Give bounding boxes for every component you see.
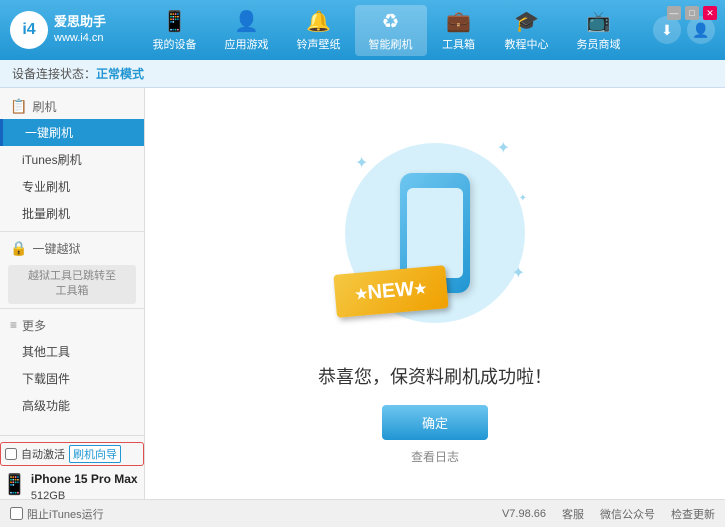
sidebar-item-download-firm[interactable]: 下载固件 [0, 365, 144, 392]
auto-activate-checkbox[interactable] [5, 448, 17, 460]
new-banner: NEW [333, 265, 448, 318]
footer-link-service[interactable]: 客服 [562, 506, 584, 522]
flash-section-icon: 📋 [10, 98, 27, 115]
footer-left: 阻止iTunes运行 [10, 506, 502, 522]
confirm-button[interactable]: 确定 [382, 405, 488, 440]
sidebar-flash-header: 📋 刷机 [0, 94, 144, 119]
tab-toolbox[interactable]: 💼 工具箱 [427, 5, 491, 56]
header-right: ⬇ 👤 [653, 16, 715, 44]
nav-tabs: 📱 我的设备 👤 应用游戏 🔔 铃声壁纸 ♻ 智能刷机 💼 工具箱 🎓 教 [120, 5, 653, 56]
tab-app-games[interactable]: 👤 应用游戏 [211, 5, 283, 56]
sidebar-item-itunes-flash[interactable]: iTunes刷机 [0, 146, 144, 173]
subheader: 设备连接状态： 正常模式 [0, 60, 725, 88]
sparkle-1: ✦ [355, 153, 368, 173]
tab-my-device[interactable]: 📱 我的设备 [139, 5, 211, 56]
device-icon: 📱 [162, 9, 187, 34]
tab-smart-flash[interactable]: ♻ 智能刷机 [355, 5, 427, 56]
footer-link-update[interactable]: 检查更新 [671, 506, 715, 522]
maximize-button[interactable]: □ [685, 6, 699, 20]
app-header: i4 爱思助手 www.i4.cn 📱 我的设备 👤 应用游戏 🔔 铃声壁纸 ♻ [0, 0, 725, 60]
guide-button[interactable]: 刷机向导 [69, 445, 121, 463]
service-icon: 📺 [586, 9, 611, 34]
sparkle-4: ✦ [519, 193, 527, 204]
close-button[interactable]: ✕ [703, 6, 717, 20]
more-icon: ≡ [10, 318, 17, 332]
phone-icon: 📱 [2, 472, 27, 497]
device-info: 📱 iPhone 15 Pro Max 512GB iPhone [0, 470, 144, 499]
tab-service[interactable]: 📺 务员商域 [563, 5, 635, 56]
success-text: 恭喜您，保资料刷机成功啦！ [318, 363, 552, 389]
view-log-link[interactable]: 查看日志 [411, 448, 459, 465]
auto-row: 自动激活 刷机向导 [0, 442, 144, 466]
sparkle-2: ✦ [497, 138, 510, 158]
download-button[interactable]: ⬇ [653, 16, 681, 44]
footer-right: V7.98.66 客服 微信公众号 检查更新 [502, 506, 715, 522]
sidebar-divider-2 [0, 308, 144, 309]
tab-tutorial[interactable]: 🎓 教程中心 [491, 5, 563, 56]
sidebar-item-pro-flash[interactable]: 专业刷机 [0, 173, 144, 200]
toolbox-icon: 💼 [446, 9, 471, 34]
sidebar-item-one-key-flash[interactable]: 一键刷机 [0, 119, 144, 146]
main-layout: 📋 刷机 一键刷机 iTunes刷机 专业刷机 批量刷机 🔒 一键越狱 越狱工具… [0, 88, 725, 499]
ringtone-icon: 🔔 [306, 9, 331, 34]
minimize-button[interactable]: — [667, 6, 681, 20]
app-icon: 👤 [234, 9, 259, 34]
logo-icon: i4 [10, 11, 48, 49]
phone-screen [407, 188, 463, 278]
sidebar-item-advanced[interactable]: 高级功能 [0, 392, 144, 419]
sidebar-item-other-tools[interactable]: 其他工具 [0, 338, 144, 365]
sidebar-more-header: ≡ 更多 [0, 313, 144, 338]
tutorial-icon: 🎓 [514, 9, 539, 34]
sparkle-3: ✦ [512, 263, 525, 283]
device-details: iPhone 15 Pro Max 512GB iPhone [31, 470, 138, 499]
tab-ringtone[interactable]: 🔔 铃声壁纸 [283, 5, 355, 56]
logo-area: i4 爱思助手 www.i4.cn [10, 11, 120, 49]
sidebar: 📋 刷机 一键刷机 iTunes刷机 专业刷机 批量刷机 🔒 一键越狱 越狱工具… [0, 88, 145, 499]
sidebar-divider-1 [0, 231, 144, 232]
flash-icon: ♻ [382, 9, 400, 34]
sidebar-jailbreak-header: 🔒 一键越狱 [0, 236, 144, 261]
footer-link-wechat[interactable]: 微信公众号 [600, 506, 655, 522]
itunes-checkbox[interactable] [10, 507, 23, 520]
sidebar-disabled-box: 越狱工具已跳转至 工具箱 [8, 265, 136, 304]
lock-icon: 🔒 [10, 240, 27, 257]
success-illustration: ✦ ✦ ✦ ✦ NEW [325, 123, 545, 343]
version-text: V7.98.66 [502, 508, 546, 520]
logo-text: 爱思助手 www.i4.cn [54, 13, 106, 47]
sidebar-item-batch-flash[interactable]: 批量刷机 [0, 200, 144, 227]
footer: 阻止iTunes运行 V7.98.66 客服 微信公众号 检查更新 [0, 499, 725, 527]
user-button[interactable]: 👤 [687, 16, 715, 44]
main-content: ✦ ✦ ✦ ✦ NEW 恭喜您，保资料刷机成功啦！ 确定 查看日志 [145, 88, 725, 499]
